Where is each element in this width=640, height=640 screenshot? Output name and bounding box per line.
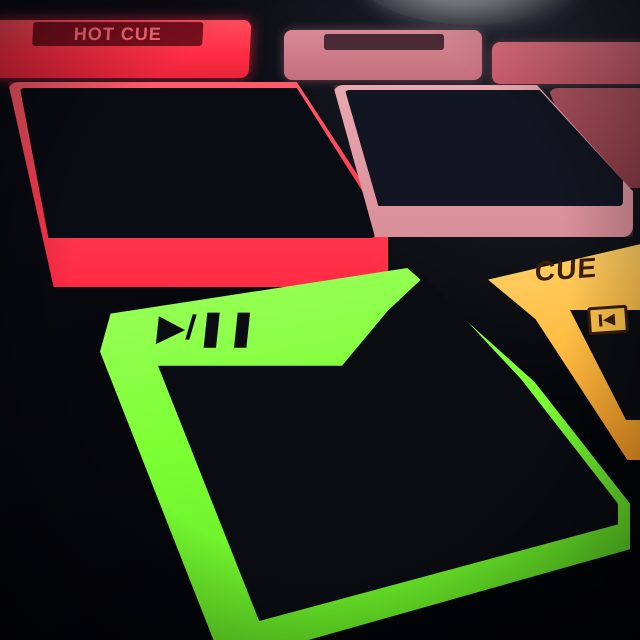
controller-photo: HOT CUE ▶/❚❚ CUE bbox=[0, 0, 640, 640]
cue-label: CUE bbox=[534, 251, 598, 288]
mode-button-label-plate bbox=[324, 34, 444, 50]
play-pause-icon: ▶/❚❚ bbox=[156, 309, 261, 347]
hot-cue-button[interactable]: HOT CUE bbox=[0, 20, 252, 78]
performance-pad-red-surface bbox=[20, 88, 375, 238]
jog-wheel[interactable] bbox=[360, 0, 580, 25]
mode-button-right[interactable] bbox=[492, 42, 640, 84]
skip-to-start-glyph bbox=[598, 313, 616, 327]
mode-button[interactable] bbox=[284, 30, 482, 80]
hot-cue-label: HOT CUE bbox=[32, 22, 204, 46]
skip-to-start-icon bbox=[587, 304, 629, 336]
